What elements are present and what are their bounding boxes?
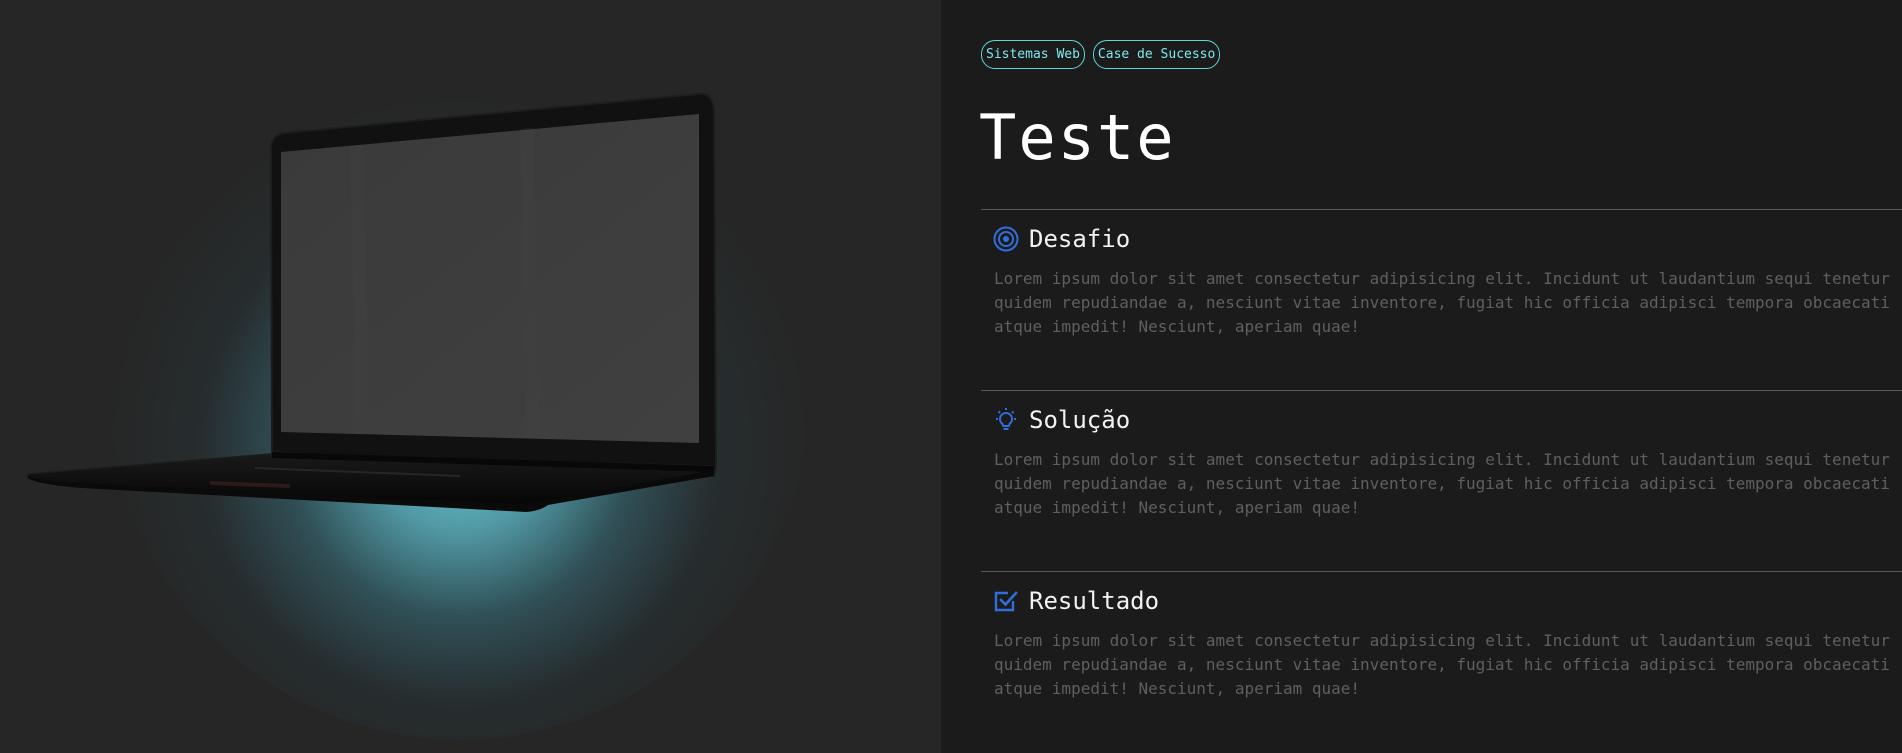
tag-case-de-sucesso[interactable]: Case de Sucesso bbox=[1092, 40, 1221, 69]
section-solucao: Solução Lorem ipsum dolor sit amet conse… bbox=[981, 390, 1902, 571]
section-title-desafio: Desafio bbox=[1029, 225, 1131, 253]
page-title: Teste bbox=[979, 101, 1176, 174]
section-text-solucao: Lorem ipsum dolor sit amet consectetur a… bbox=[994, 450, 1890, 517]
section-resultado: Resultado Lorem ipsum dolor sit amet con… bbox=[981, 571, 1902, 752]
section-header: Desafio bbox=[993, 224, 1130, 254]
tag-sistemas-web[interactable]: Sistemas Web bbox=[981, 40, 1085, 69]
section-title-solucao: Solução bbox=[1029, 406, 1131, 434]
section-header: Solução bbox=[993, 405, 1130, 435]
section-text-resultado: Lorem ipsum dolor sit amet consectetur a… bbox=[994, 631, 1890, 698]
case-content: Sistemas Web Case de Sucesso Teste Desaf… bbox=[941, 0, 1902, 753]
checkbox-icon bbox=[993, 588, 1019, 614]
lightbulb-icon bbox=[993, 407, 1019, 433]
section-title-resultado: Resultado bbox=[1029, 587, 1160, 615]
section-desafio: Desafio Lorem ipsum dolor sit amet conse… bbox=[981, 209, 1902, 390]
tag-list: Sistemas Web Case de Sucesso bbox=[981, 40, 1221, 69]
project-page: Sistemas Web Case de Sucesso Teste Desaf… bbox=[0, 0, 1902, 753]
laptop-screen bbox=[281, 114, 699, 443]
section-text-desafio: Lorem ipsum dolor sit amet consectetur a… bbox=[994, 269, 1890, 336]
target-icon bbox=[993, 226, 1019, 252]
section-header: Resultado bbox=[993, 586, 1159, 616]
laptop-illustration bbox=[27, 92, 718, 512]
hero-image bbox=[0, 0, 941, 753]
